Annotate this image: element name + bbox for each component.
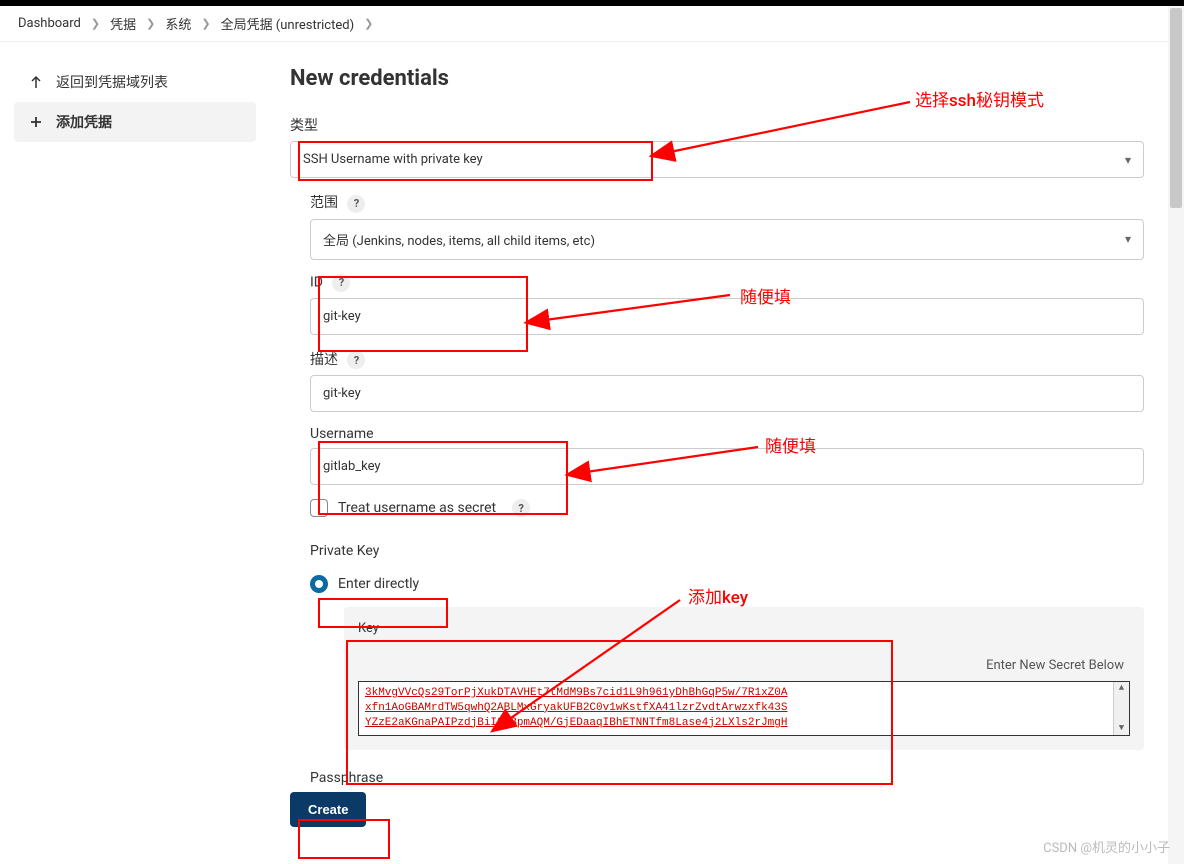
treat-secret-label: Treat username as secret — [338, 500, 496, 516]
help-icon[interactable]: ? — [347, 351, 365, 369]
type-value: SSH Username with private key — [303, 152, 483, 167]
chevron-down-icon: ▾ — [1125, 153, 1131, 167]
breadcrumb-item[interactable]: 全局凭据 (unrestricted) — [221, 14, 355, 33]
enter-directly-label: Enter directly — [338, 576, 419, 592]
label-type: 类型 — [290, 115, 1144, 135]
page-title: New credentials — [290, 66, 1144, 91]
treat-secret-checkbox[interactable] — [310, 499, 328, 517]
label-username: Username — [310, 426, 1144, 442]
username-value: gitlab_key — [323, 459, 381, 474]
create-button[interactable]: Create — [290, 792, 366, 827]
scope-value: 全局 (Jenkins, nodes, items, all child ite… — [323, 230, 595, 249]
textarea-scrollbar[interactable]: ▲ ▼ — [1113, 682, 1129, 735]
sidebar-label: 返回到凭据域列表 — [56, 72, 168, 92]
page-scrollbar[interactable]: ▲ — [1168, 6, 1184, 864]
arrow-down-icon: ▼ — [1119, 722, 1124, 734]
secret-note: Enter New Secret Below — [358, 642, 1130, 681]
arrow-up-icon: ▲ — [1119, 682, 1124, 694]
chevron-right-icon: ❯ — [146, 17, 155, 30]
label-desc: 描述 ? — [310, 349, 1144, 370]
label-private-key: Private Key — [310, 543, 1144, 559]
id-value: git-key — [323, 309, 361, 324]
key-textarea[interactable]: 3kMvgVVcQs29TorPjXukDTAVHEt7tMdM9Bs7cid1… — [358, 681, 1130, 736]
breadcrumb-item[interactable]: Dashboard — [18, 16, 81, 31]
sidebar: 返回到凭据域列表 添加凭据 — [0, 42, 270, 847]
type-select[interactable]: SSH Username with private key ▾ — [290, 141, 1144, 178]
username-input[interactable]: gitlab_key — [310, 448, 1144, 485]
chevron-down-icon: ▾ — [1125, 232, 1131, 246]
chevron-right-icon: ❯ — [201, 17, 210, 30]
label-id: ID ? — [310, 274, 1144, 292]
sidebar-label: 添加凭据 — [56, 112, 112, 132]
breadcrumb-item[interactable]: 凭据 — [110, 14, 136, 33]
chevron-right-icon: ❯ — [364, 17, 373, 30]
scope-select[interactable]: 全局 (Jenkins, nodes, items, all child ite… — [310, 219, 1144, 260]
help-icon[interactable]: ? — [347, 195, 365, 213]
label-scope: 范围 ? — [310, 192, 1144, 213]
breadcrumb: Dashboard ❯ 凭据 ❯ 系统 ❯ 全局凭据 (unrestricted) ❯ — [0, 6, 1184, 42]
label-passphrase: Passphrase — [310, 770, 1144, 786]
label-key: Key — [358, 621, 1130, 636]
main-content: New credentials 类型 SSH Username with pri… — [270, 42, 1184, 847]
desc-input[interactable]: git-key — [310, 375, 1144, 412]
help-icon[interactable]: ? — [512, 499, 530, 517]
enter-directly-radio[interactable]: Enter directly — [310, 575, 419, 593]
desc-value: git-key — [323, 386, 361, 401]
plus-icon — [28, 114, 44, 130]
sidebar-back[interactable]: 返回到凭据域列表 — [14, 62, 256, 102]
watermark: CSDN @机灵的小小子 — [1043, 837, 1170, 856]
key-box: Key Enter New Secret Below 3kMvgVVcQs29T… — [344, 607, 1144, 750]
key-text: 3kMvgVVcQs29TorPjXukDTAVHEt7tMdM9Bs7cid1… — [365, 687, 787, 729]
help-icon[interactable]: ? — [332, 274, 350, 292]
chevron-right-icon: ❯ — [91, 17, 100, 30]
radio-icon — [310, 575, 328, 593]
id-input[interactable]: git-key — [310, 298, 1144, 335]
scrollbar-thumb[interactable] — [1170, 8, 1182, 208]
breadcrumb-item[interactable]: 系统 — [165, 14, 191, 33]
sidebar-add-credential[interactable]: 添加凭据 — [14, 102, 256, 142]
arrow-up-icon — [28, 74, 44, 90]
